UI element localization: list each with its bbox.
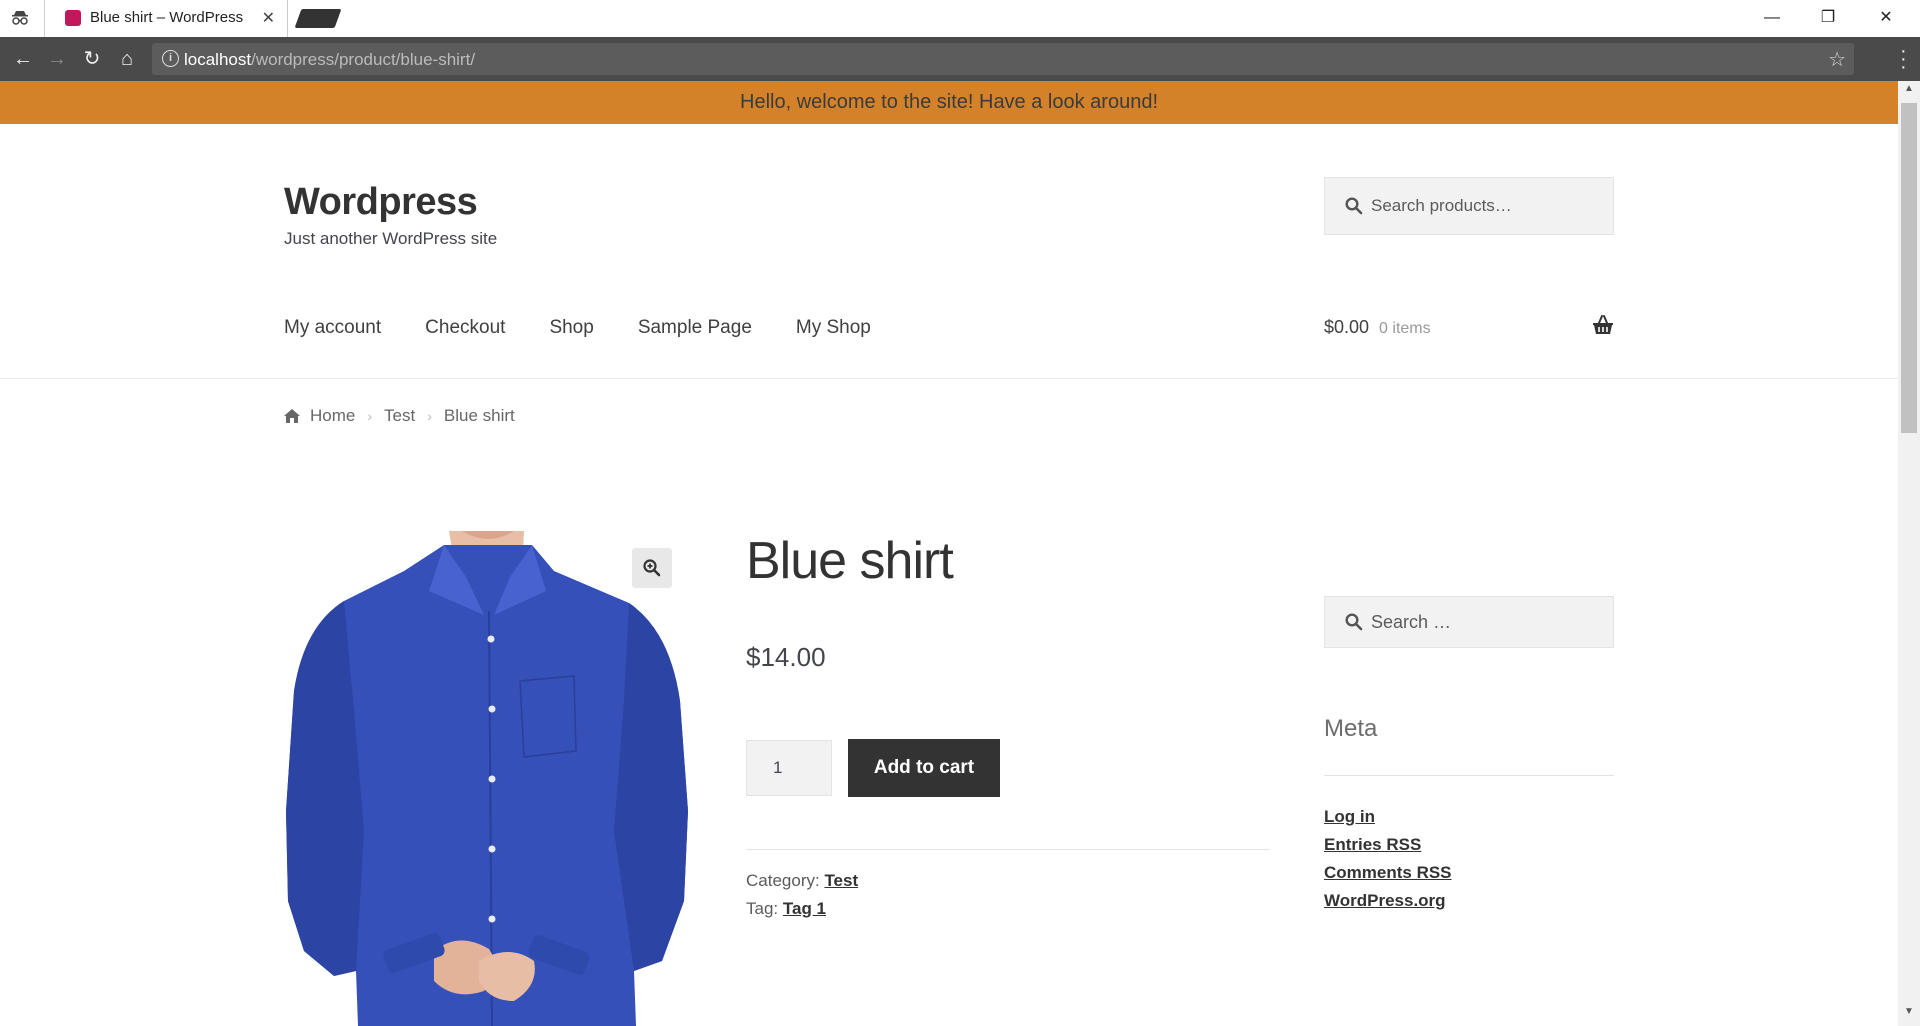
- search-icon: [1345, 197, 1363, 215]
- browser-tab[interactable]: Blue shirt – WordPress ✕: [44, 0, 288, 37]
- store-notice: Hello, welcome to the site! Have a look …: [0, 81, 1898, 124]
- breadcrumb: Home › Test › Blue shirt: [284, 406, 515, 426]
- site-info-icon[interactable]: i: [162, 50, 179, 67]
- search-icon: [1345, 613, 1363, 631]
- address-bar[interactable]: i localhost/wordpress/product/blue-shirt…: [152, 43, 1854, 75]
- breadcrumb-separator-icon: ›: [367, 408, 373, 424]
- favicon-icon: [65, 10, 81, 26]
- meta-link-entries-rss[interactable]: Entries RSS: [1324, 835, 1421, 854]
- magnifier-plus-icon: [643, 559, 661, 577]
- forward-button[interactable]: →: [44, 46, 70, 72]
- product-price: $14.00: [746, 642, 826, 672]
- list-item: Log in: [1324, 803, 1452, 831]
- meta-widget-divider: [1324, 775, 1614, 776]
- incognito-icon: [12, 11, 28, 25]
- nav-item-my-account[interactable]: My account: [284, 317, 381, 339]
- product-title: Blue shirt: [746, 532, 954, 590]
- basket-icon: [1593, 315, 1613, 334]
- add-to-cart-button[interactable]: Add to cart: [848, 739, 1000, 797]
- back-button[interactable]: ←: [10, 46, 36, 72]
- restore-button[interactable]: ❐: [1800, 4, 1856, 32]
- close-window-button[interactable]: ✕: [1858, 4, 1914, 32]
- minimize-button[interactable]: —: [1744, 4, 1800, 32]
- meta-widget-title: Meta: [1324, 715, 1378, 742]
- page-scrollbar[interactable]: ▲ ▼: [1898, 81, 1920, 1026]
- list-item: Entries RSS: [1324, 831, 1452, 859]
- browser-menu-icon[interactable]: · · ·: [1900, 41, 1907, 77]
- quantity-input[interactable]: [746, 740, 832, 796]
- sidebar-search: [1324, 596, 1614, 648]
- zoom-image-button[interactable]: [632, 548, 672, 588]
- site-title[interactable]: Wordpress: [284, 181, 478, 224]
- cart-amount: $0.00: [1324, 317, 1370, 337]
- nav-item-shop[interactable]: Shop: [549, 317, 593, 339]
- breadcrumb-separator-icon: ›: [427, 408, 432, 424]
- breadcrumb-category[interactable]: Test: [384, 406, 415, 426]
- scroll-down-icon[interactable]: ▼: [1898, 1006, 1920, 1024]
- tab-title: Blue shirt – WordPress: [90, 9, 244, 26]
- breadcrumb-current: Blue shirt: [443, 406, 515, 425]
- product-search-input[interactable]: [1371, 178, 1601, 234]
- header-cart[interactable]: $0.00 0 items: [1324, 315, 1614, 338]
- product-image[interactable]: [284, 531, 690, 1026]
- list-item: WordPress.org: [1324, 887, 1452, 915]
- primary-navigation: My account Checkout Shop Sample Page My …: [284, 317, 871, 339]
- reload-button[interactable]: ↻: [79, 46, 105, 72]
- nav-item-my-shop[interactable]: My Shop: [796, 317, 871, 339]
- meta-links: Log in Entries RSS Comments RSS WordPres…: [1324, 803, 1452, 915]
- home-button[interactable]: ⌂: [114, 46, 140, 72]
- home-icon: [284, 409, 300, 423]
- url-text[interactable]: localhost/wordpress/product/blue-shirt/: [184, 50, 475, 70]
- product-category: Category: Test: [746, 871, 859, 890]
- product-category-link[interactable]: Test: [824, 871, 858, 890]
- meta-link-wordpress-org[interactable]: WordPress.org: [1324, 891, 1446, 910]
- site-description: Just another WordPress site: [284, 229, 498, 248]
- nav-item-checkout[interactable]: Checkout: [425, 317, 505, 339]
- product-meta-divider: [746, 849, 1270, 850]
- product-tag-link[interactable]: Tag 1: [783, 899, 826, 918]
- cart-count: 0 items: [1379, 320, 1431, 337]
- sidebar-search-input[interactable]: [1371, 597, 1601, 647]
- browser-titlebar: Blue shirt – WordPress ✕ — ❐ ✕: [0, 0, 1920, 37]
- scrollbar-thumb[interactable]: [1901, 103, 1917, 433]
- product-tag: Tag: Tag 1: [746, 899, 827, 918]
- product-search: [1324, 177, 1614, 235]
- page-viewport: Hello, welcome to the site! Have a look …: [0, 81, 1898, 1026]
- breadcrumb-home[interactable]: Home: [310, 406, 355, 426]
- header-divider: [0, 378, 1898, 379]
- browser-toolbar: ← → ↻ ⌂ i localhost/wordpress/product/bl…: [0, 37, 1920, 81]
- list-item: Comments RSS: [1324, 859, 1452, 887]
- meta-link-comments-rss[interactable]: Comments RSS: [1324, 863, 1452, 882]
- nav-item-sample-page[interactable]: Sample Page: [638, 317, 752, 339]
- bookmark-star-icon[interactable]: ☆: [1828, 47, 1846, 72]
- meta-link-log-in[interactable]: Log in: [1324, 807, 1375, 826]
- scroll-up-icon[interactable]: ▲: [1898, 83, 1920, 101]
- new-tab-button[interactable]: [294, 9, 342, 28]
- tab-close-icon[interactable]: ✕: [262, 8, 275, 28]
